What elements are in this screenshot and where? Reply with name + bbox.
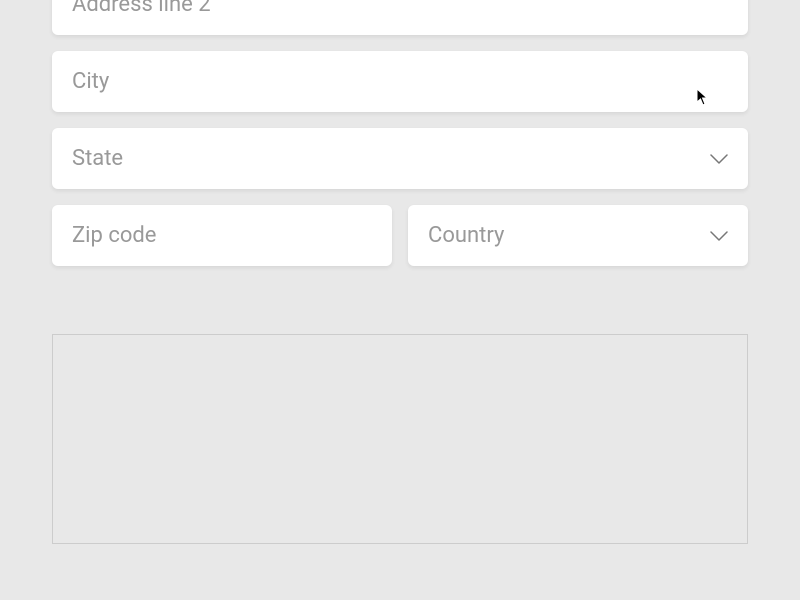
- zip-code-input[interactable]: [52, 205, 392, 266]
- chevron-down-icon: [710, 227, 728, 245]
- map-placeholder: [52, 334, 748, 544]
- chevron-down-icon: [710, 150, 728, 168]
- city-input[interactable]: [52, 51, 748, 112]
- address-line-2-input[interactable]: [52, 0, 748, 35]
- country-placeholder: Country: [428, 223, 710, 248]
- country-select[interactable]: Country: [408, 205, 748, 266]
- state-select[interactable]: State: [52, 128, 748, 189]
- state-placeholder: State: [72, 146, 710, 171]
